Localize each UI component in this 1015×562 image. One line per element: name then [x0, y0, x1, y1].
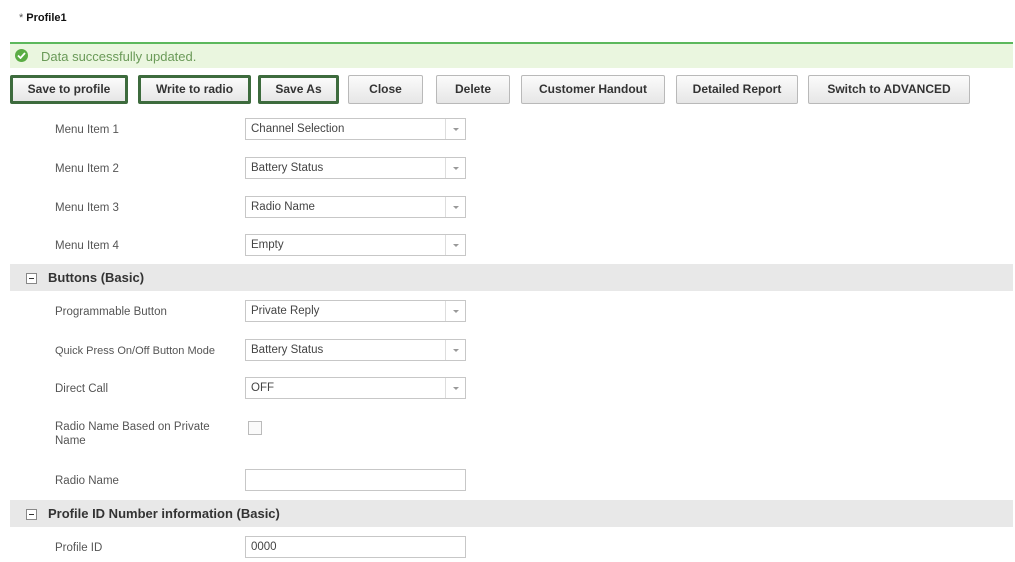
menu-item-1-value: Channel Selection — [251, 123, 345, 135]
chevron-down-icon[interactable] — [445, 197, 465, 217]
radio-name-based-label: Radio Name Based on Private Name — [55, 421, 210, 447]
collapse-icon[interactable] — [26, 273, 37, 284]
close-button[interactable]: Close — [348, 75, 423, 104]
menu-item-3-value: Radio Name — [251, 201, 315, 213]
chevron-down-icon[interactable] — [445, 378, 465, 398]
detailed-report-button[interactable]: Detailed Report — [676, 75, 798, 104]
save-to-profile-button[interactable]: Save to profile — [10, 75, 128, 104]
profile-name: Profile1 — [26, 12, 67, 24]
quick-press-row: Quick Press On/Off Button Mode Battery S… — [0, 338, 1015, 374]
direct-call-select[interactable]: OFF — [245, 377, 466, 399]
menu-item-1-label: Menu Item 1 — [55, 124, 119, 136]
programmable-button-select[interactable]: Private Reply — [245, 300, 466, 322]
direct-call-row: Direct Call OFF — [0, 376, 1015, 412]
programmable-button-label: Programmable Button — [55, 306, 167, 318]
radio-name-based-row: Radio Name Based on Private Name — [0, 417, 1015, 457]
chevron-down-icon[interactable] — [445, 235, 465, 255]
menu-item-2-select[interactable]: Battery Status — [245, 157, 466, 179]
quick-press-label: Quick Press On/Off Button Mode — [55, 345, 215, 357]
switch-to-advanced-button[interactable]: Switch to ADVANCED — [808, 75, 970, 104]
radio-name-based-checkbox[interactable] — [248, 421, 262, 435]
status-message: Data successfully updated. — [41, 49, 197, 64]
modified-marker: * — [19, 12, 24, 24]
menu-item-3-label: Menu Item 3 — [55, 202, 119, 214]
write-to-radio-button[interactable]: Write to radio — [138, 75, 251, 104]
chevron-down-icon[interactable] — [445, 340, 465, 360]
menu-item-2-label: Menu Item 2 — [55, 163, 119, 175]
chevron-down-icon[interactable] — [445, 158, 465, 178]
radio-name-row: Radio Name — [0, 468, 1015, 504]
menu-item-1-row: Menu Item 1 Channel Selection — [0, 117, 1015, 153]
section-title: Buttons (Basic) — [48, 270, 145, 285]
menu-item-2-row: Menu Item 2 Battery Status — [0, 156, 1015, 192]
quick-press-value: Battery Status — [251, 344, 324, 356]
direct-call-label: Direct Call — [55, 383, 109, 395]
programmable-button-row: Programmable Button Private Reply — [0, 299, 1015, 335]
quick-press-select[interactable]: Battery Status — [245, 339, 466, 361]
section-profile-id[interactable]: Profile ID Number information (Basic) — [10, 500, 1013, 527]
customer-handout-button[interactable]: Customer Handout — [521, 75, 665, 104]
delete-button[interactable]: Delete — [436, 75, 510, 104]
profile-id-label: Profile ID — [55, 542, 103, 554]
check-circle-icon — [15, 49, 28, 62]
chevron-down-icon[interactable] — [445, 119, 465, 139]
collapse-icon[interactable] — [26, 509, 37, 520]
menu-item-3-row: Menu Item 3 Radio Name — [0, 195, 1015, 231]
profile-id-row: Profile ID — [0, 535, 1015, 562]
status-banner: Data successfully updated. — [10, 44, 1013, 68]
save-as-button[interactable]: Save As — [258, 75, 339, 104]
menu-item-4-select[interactable]: Empty — [245, 234, 466, 256]
page-title: * Profile1 — [19, 12, 67, 24]
menu-item-4-label: Menu Item 4 — [55, 240, 119, 252]
section-buttons-basic[interactable]: Buttons (Basic) — [10, 264, 1013, 291]
menu-item-3-select[interactable]: Radio Name — [245, 196, 466, 218]
menu-item-2-value: Battery Status — [251, 162, 324, 174]
radio-name-input[interactable] — [245, 469, 466, 491]
direct-call-value: OFF — [251, 382, 274, 394]
section-title: Profile ID Number information (Basic) — [48, 506, 280, 521]
profile-id-input[interactable] — [245, 536, 466, 558]
programmable-button-value: Private Reply — [251, 305, 320, 317]
menu-item-4-value: Empty — [251, 239, 284, 251]
chevron-down-icon[interactable] — [445, 301, 465, 321]
radio-name-label: Radio Name — [55, 475, 119, 487]
menu-item-1-select[interactable]: Channel Selection — [245, 118, 466, 140]
